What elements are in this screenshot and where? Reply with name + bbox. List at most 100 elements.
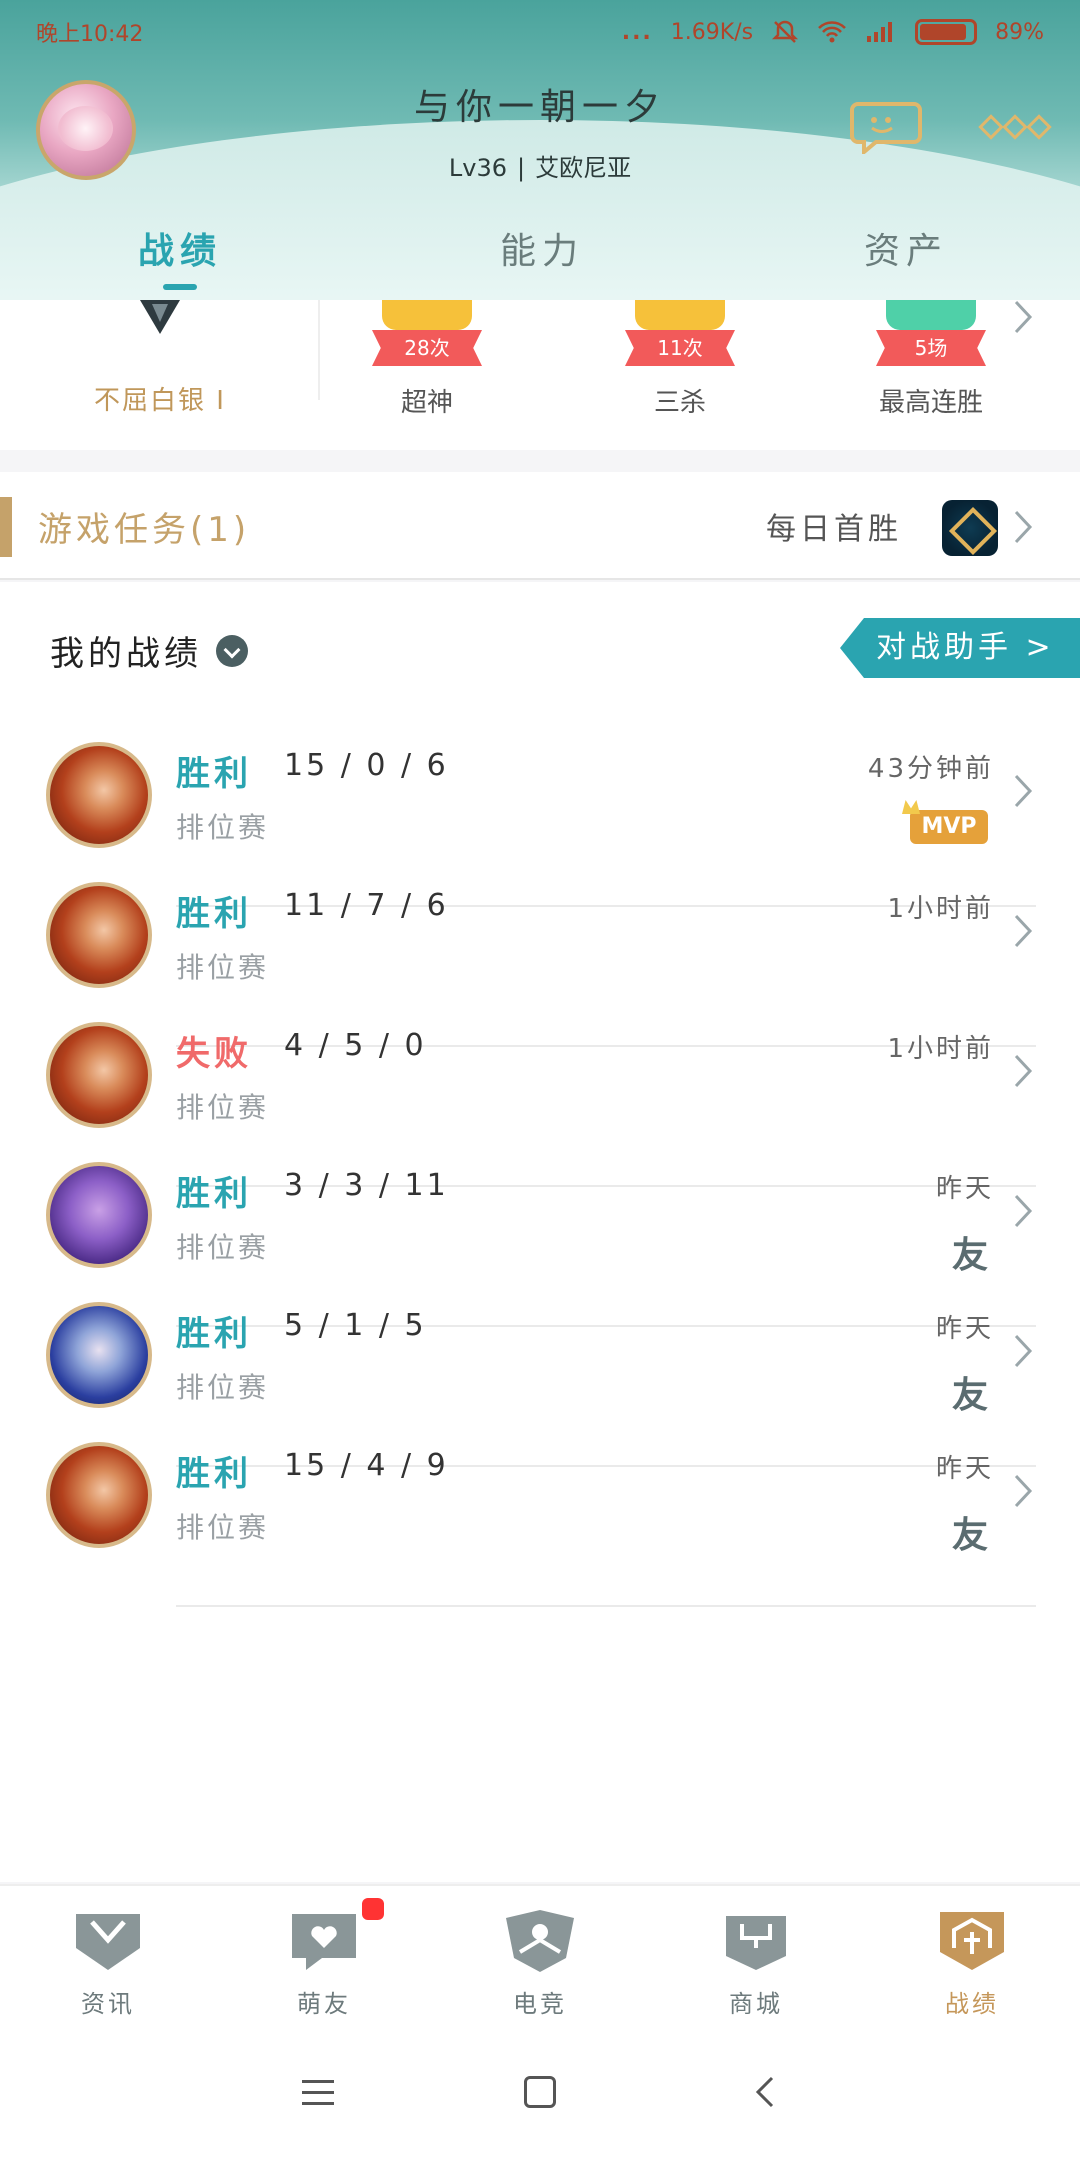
nav-shop[interactable]: 商城: [696, 1908, 816, 2019]
tab-indicator: [163, 284, 197, 290]
accent-bar: [0, 497, 12, 557]
menu-icon[interactable]: [302, 2080, 334, 2106]
profile-header: 晚上10:42 ... 1.69K/s 89% 与你一朝一夕 Lv36 | 艾欧尼亚: [0, 0, 1080, 300]
match-result: 胜利: [176, 754, 252, 794]
profile-server: 艾欧尼亚: [535, 154, 632, 182]
shop-bag-icon: [726, 1916, 786, 1970]
chat-bubble-icon[interactable]: [848, 98, 924, 154]
tab-assets[interactable]: 资产: [864, 222, 948, 274]
match-mode: 排位赛: [176, 1231, 270, 1264]
champion-avatar: [46, 1442, 152, 1548]
game-tasks-row[interactable]: 游戏任务(1) 每日首胜: [0, 472, 1080, 580]
rank-emblem-icon: [140, 300, 180, 334]
daily-win-icon: [942, 500, 998, 556]
match-result: 失败: [176, 1034, 252, 1074]
badge-triple-kill[interactable]: 11次 三杀: [625, 300, 735, 418]
match-kda: 11 / 7 / 6: [284, 888, 449, 923]
chevron-right-icon[interactable]: [1012, 774, 1034, 808]
chat-heart-icon: [292, 1914, 356, 1970]
badge-count: 11次: [625, 330, 735, 366]
nav-news[interactable]: 资讯: [48, 1908, 168, 2019]
match-mode: 排位赛: [176, 1371, 270, 1404]
nav-label: 战绩: [945, 1990, 999, 2018]
trophy-icon: [886, 300, 976, 330]
match-mode: 排位赛: [176, 951, 270, 984]
wifi-icon: [818, 21, 846, 43]
match-time: 1小时前: [887, 894, 994, 924]
champion-avatar: [46, 1302, 152, 1408]
tab-ability[interactable]: 能力: [500, 222, 584, 274]
badge-win-streak[interactable]: 5场 最高连胜: [876, 300, 986, 418]
status-bar: 晚上10:42 ... 1.69K/s 89%: [0, 14, 1080, 50]
match-result: 胜利: [176, 894, 252, 934]
champion-avatar: [46, 742, 152, 848]
divider: [318, 300, 320, 400]
chevron-right-icon[interactable]: [1012, 300, 1034, 334]
match-time: 昨天: [935, 1174, 994, 1204]
medal-icon: [382, 300, 472, 330]
medal-icon: [635, 300, 725, 330]
rank-label: 不屈白银 I: [94, 386, 226, 416]
daily-first-win-label: 每日首胜: [766, 512, 902, 547]
match-kda: 15 / 0 / 6: [284, 748, 449, 783]
back-icon[interactable]: [754, 2076, 776, 2108]
battle-assistant-button[interactable]: 对战助手 >: [840, 618, 1080, 678]
friend-badge: 友: [951, 1375, 988, 1416]
badge-count: 28次: [372, 330, 482, 366]
match-time: 43分钟前: [867, 754, 994, 784]
match-time: 1小时前: [887, 1034, 994, 1064]
chevron-right-icon[interactable]: [1012, 1474, 1034, 1508]
champion-avatar: [46, 1162, 152, 1268]
achievement-strip: 不屈白银 I 28次 超神 11次 三杀 5场 最高连胜: [0, 300, 1080, 450]
esports-shield-icon: [506, 1910, 574, 1972]
tab-record[interactable]: 战绩: [138, 222, 222, 274]
records-title: 我的战绩: [50, 634, 202, 674]
badge-count: 5场: [876, 330, 986, 366]
bottom-nav: 资讯 萌友 电竞 商城 战绩: [0, 1884, 1080, 2030]
match-result: 胜利: [176, 1454, 252, 1494]
more-options-icon[interactable]: [978, 114, 1052, 140]
status-dots: ...: [621, 19, 653, 45]
castle-shield-icon: [940, 1912, 1004, 1970]
match-mode: 排位赛: [176, 1511, 270, 1544]
chevron-right-icon[interactable]: [1012, 510, 1034, 544]
mvp-badge: MVP: [910, 810, 988, 844]
nav-label: 电竞: [513, 1990, 567, 2018]
match-result: 胜利: [176, 1314, 252, 1354]
chevron-right-icon[interactable]: [1012, 1194, 1034, 1228]
champion-avatar: [46, 882, 152, 988]
row-divider: [176, 1605, 1036, 1607]
chevron-right-icon[interactable]: [1012, 914, 1034, 948]
nav-esports[interactable]: 电竞: [480, 1908, 600, 2019]
badge-label: 超神: [400, 388, 453, 418]
profile-tabs: 战绩 能力 资产: [0, 212, 1080, 292]
chevron-down-icon[interactable]: [216, 634, 248, 667]
book-shield-icon: [76, 1914, 140, 1970]
champion-avatar: [46, 1022, 152, 1128]
profile-level: Lv36: [448, 154, 508, 182]
nav-label: 资讯: [81, 1990, 135, 2018]
badge-legendary[interactable]: 28次 超神: [372, 300, 482, 418]
chevron-right-icon[interactable]: [1012, 1054, 1034, 1088]
nav-label: 商城: [729, 1990, 783, 2018]
badge-label: 最高连胜: [878, 388, 983, 418]
nav-record[interactable]: 战绩: [912, 1908, 1032, 2019]
chevron-right-icon[interactable]: [1012, 1334, 1034, 1368]
friend-badge: 友: [951, 1515, 988, 1556]
match-kda: 5 / 1 / 5: [284, 1308, 427, 1343]
match-row[interactable]: 胜利 15 / 4 / 9 排位赛 昨天友: [0, 1414, 1080, 1607]
match-time: 昨天: [935, 1454, 994, 1484]
records-header[interactable]: 我的战绩: [50, 626, 248, 675]
battery-percent: 89%: [995, 19, 1044, 45]
nav-label: 萌友: [297, 1990, 351, 2018]
match-mode: 排位赛: [176, 811, 270, 844]
match-kda: 4 / 5 / 0: [284, 1028, 427, 1063]
match-result: 胜利: [176, 1174, 252, 1214]
nav-friends[interactable]: 萌友: [264, 1908, 384, 2019]
match-mode: 排位赛: [176, 1091, 270, 1124]
network-speed: 1.69K/s: [670, 19, 754, 45]
home-icon[interactable]: [524, 2076, 556, 2108]
game-tasks-title: 游戏任务(1): [38, 510, 251, 550]
match-records: 我的战绩 对战助手 > 胜利 15 / 0 / 6 排位赛 43分钟前 MVP 胜利 11 …: [0, 582, 1080, 1882]
battery-icon: [915, 19, 978, 45]
